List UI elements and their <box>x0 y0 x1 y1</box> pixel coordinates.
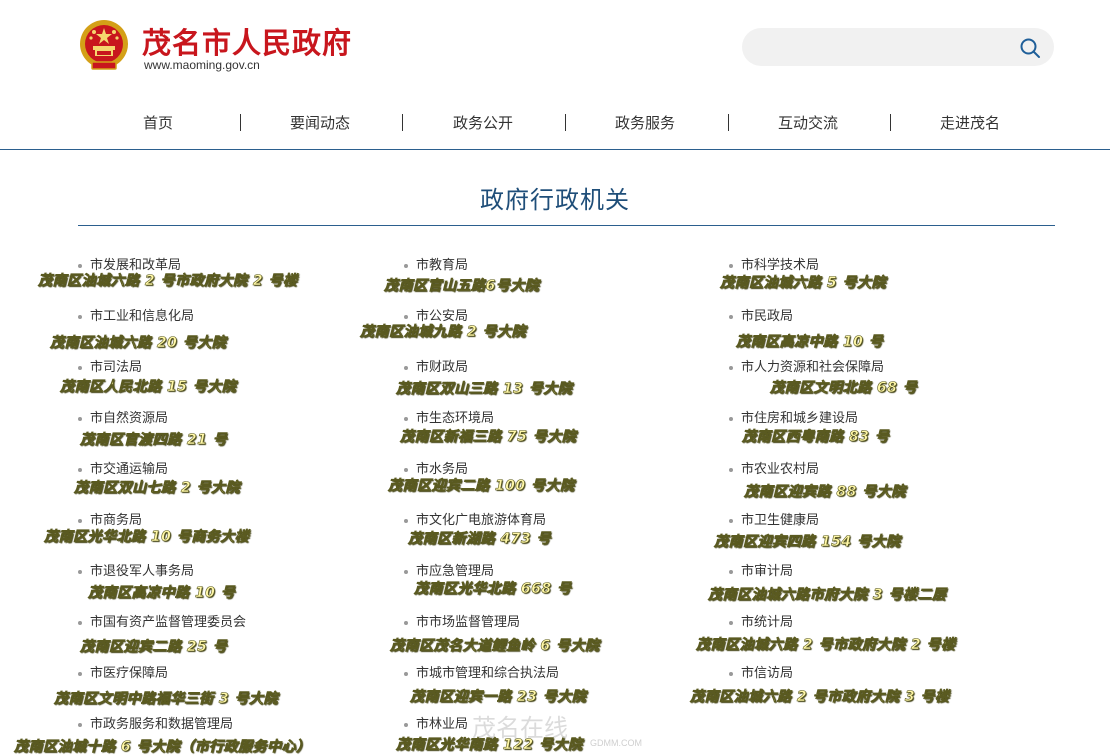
agency-address: 茂南区西粤南路 83 号 <box>742 429 890 446</box>
nav-divider <box>890 114 891 131</box>
watermark-domain: GDMM.COM <box>590 738 642 748</box>
agency-item[interactable]: 市司法局 <box>78 356 142 375</box>
agency-item[interactable]: 市科学技术局 <box>729 254 819 273</box>
agency-address: 茂南区油城六路 2 号市政府大院 2 号楼 <box>696 637 956 654</box>
agency-item[interactable]: 市文化广电旅游体育局 <box>404 509 546 528</box>
agency-item[interactable]: 市教育局 <box>404 254 468 273</box>
agency-address: 茂南区油城十路 6 号大院（市行政服务中心） <box>14 739 311 755</box>
agency-address: 茂南区迎宾二路 100 号大院 <box>388 478 575 495</box>
agency-item[interactable]: 市财政局 <box>404 356 468 375</box>
agency-address: 茂南区油城六路 5 号大院 <box>720 275 886 292</box>
agency-item[interactable]: 市住房和城乡建设局 <box>729 407 858 426</box>
agency-item[interactable]: 市林业局 <box>404 713 468 732</box>
nav-item-gov-affairs[interactable]: 政务公开 <box>453 112 513 133</box>
search-icon[interactable] <box>1018 36 1042 60</box>
agency-address: 茂南区迎宾路 88 号大院 <box>744 484 906 501</box>
nav-item-about-maoming[interactable]: 走进茂名 <box>940 112 1000 133</box>
agency-address: 茂南区双山七路 2 号大院 <box>74 480 240 497</box>
nav-divider <box>565 114 566 131</box>
agency-address: 茂南区文明中路福华三街 3 号大院 <box>54 691 278 708</box>
main-nav: 首页 要闻动态 政务公开 政务服务 互动交流 走进茂名 <box>0 100 1110 150</box>
agency-address: 茂南区油城九路 2 号大院 <box>360 324 526 341</box>
site-header: 茂名市人民政府 www.maoming.gov.cn <box>0 0 1110 95</box>
agency-item[interactable]: 市信访局 <box>729 662 793 681</box>
agency-address: 茂南区油城六路市府大院 3 号楼二层 <box>708 587 947 604</box>
agency-address: 茂南区茂名大道鲤鱼岭 6 号大院 <box>390 638 600 655</box>
agency-address: 茂南区新福三路 75 号大院 <box>400 429 577 446</box>
section-title: 政府行政机关 <box>480 186 630 214</box>
agency-item[interactable]: 市工业和信息化局 <box>78 305 194 324</box>
agency-address: 茂南区官山五路6号大院 <box>384 278 540 295</box>
national-emblem-icon <box>80 20 128 70</box>
nav-item-interaction[interactable]: 互动交流 <box>778 112 838 133</box>
agency-address: 茂南区迎宾一路 23 号大院 <box>410 689 587 706</box>
agency-address: 茂南区官渡四路 21 号 <box>80 432 228 449</box>
agency-item[interactable]: 市统计局 <box>729 611 793 630</box>
agency-address: 茂南区文明北路 68 号 <box>770 380 918 397</box>
site-url: www.maoming.gov.cn <box>144 58 260 72</box>
agency-item[interactable]: 市审计局 <box>729 560 793 579</box>
agency-item[interactable]: 市退役军人事务局 <box>78 560 194 579</box>
agency-item[interactable]: 市人力资源和社会保障局 <box>729 356 884 375</box>
agency-item[interactable]: 市交通运输局 <box>78 458 168 477</box>
agency-item[interactable]: 市自然资源局 <box>78 407 168 426</box>
agency-item[interactable]: 市政务服务和数据管理局 <box>78 713 233 732</box>
nav-divider <box>728 114 729 131</box>
agency-address: 茂南区光华北路 10 号商务大楼 <box>44 529 250 546</box>
site-title: 茂名市人民政府 <box>142 26 353 60</box>
nav-divider <box>240 114 241 131</box>
agency-address: 茂南区油城六路 2 号市政府大院 2 号楼 <box>38 273 298 290</box>
nav-item-gov-services[interactable]: 政务服务 <box>615 112 675 133</box>
search-input[interactable] <box>756 36 1006 58</box>
agency-item[interactable]: 市市场监督管理局 <box>404 611 520 630</box>
agency-address: 茂南区新湖路 473 号 <box>408 531 551 548</box>
nav-item-news[interactable]: 要闻动态 <box>290 112 350 133</box>
agency-item[interactable]: 市民政局 <box>729 305 793 324</box>
agency-item[interactable]: 市国有资产监督管理委员会 <box>78 611 246 630</box>
nav-item-home[interactable]: 首页 <box>143 112 173 133</box>
agency-address: 茂南区人民北路 15 号大院 <box>60 379 237 396</box>
agency-item[interactable]: 市城市管理和综合执法局 <box>404 662 559 681</box>
agency-item[interactable]: 市医疗保障局 <box>78 662 168 681</box>
agency-address: 茂南区油城六路 2 号市政府大院 3 号楼 <box>690 689 950 706</box>
nav-divider <box>402 114 403 131</box>
agency-item[interactable]: 市应急管理局 <box>404 560 494 579</box>
agency-address: 茂南区高凉中路 10 号 <box>88 585 236 602</box>
search-box <box>742 28 1054 66</box>
agency-address: 茂南区光华北路 668 号 <box>414 581 572 598</box>
agency-address: 茂南区迎宾二路 25 号 <box>80 639 228 656</box>
section-divider <box>78 225 1055 226</box>
agency-item[interactable]: 市卫生健康局 <box>729 509 819 528</box>
agency-address: 茂南区高凉中路 10 号 <box>736 334 884 351</box>
agency-address: 茂南区双山三路 13 号大院 <box>396 381 573 398</box>
agency-address: 茂南区油城六路 20 号大院 <box>50 335 227 352</box>
agency-item[interactable]: 市生态环境局 <box>404 407 494 426</box>
watermark-logo: 茂名在线 <box>472 714 568 742</box>
agency-address: 茂南区迎宾四路 154 号大院 <box>714 534 901 551</box>
agency-item[interactable]: 市农业农村局 <box>729 458 819 477</box>
